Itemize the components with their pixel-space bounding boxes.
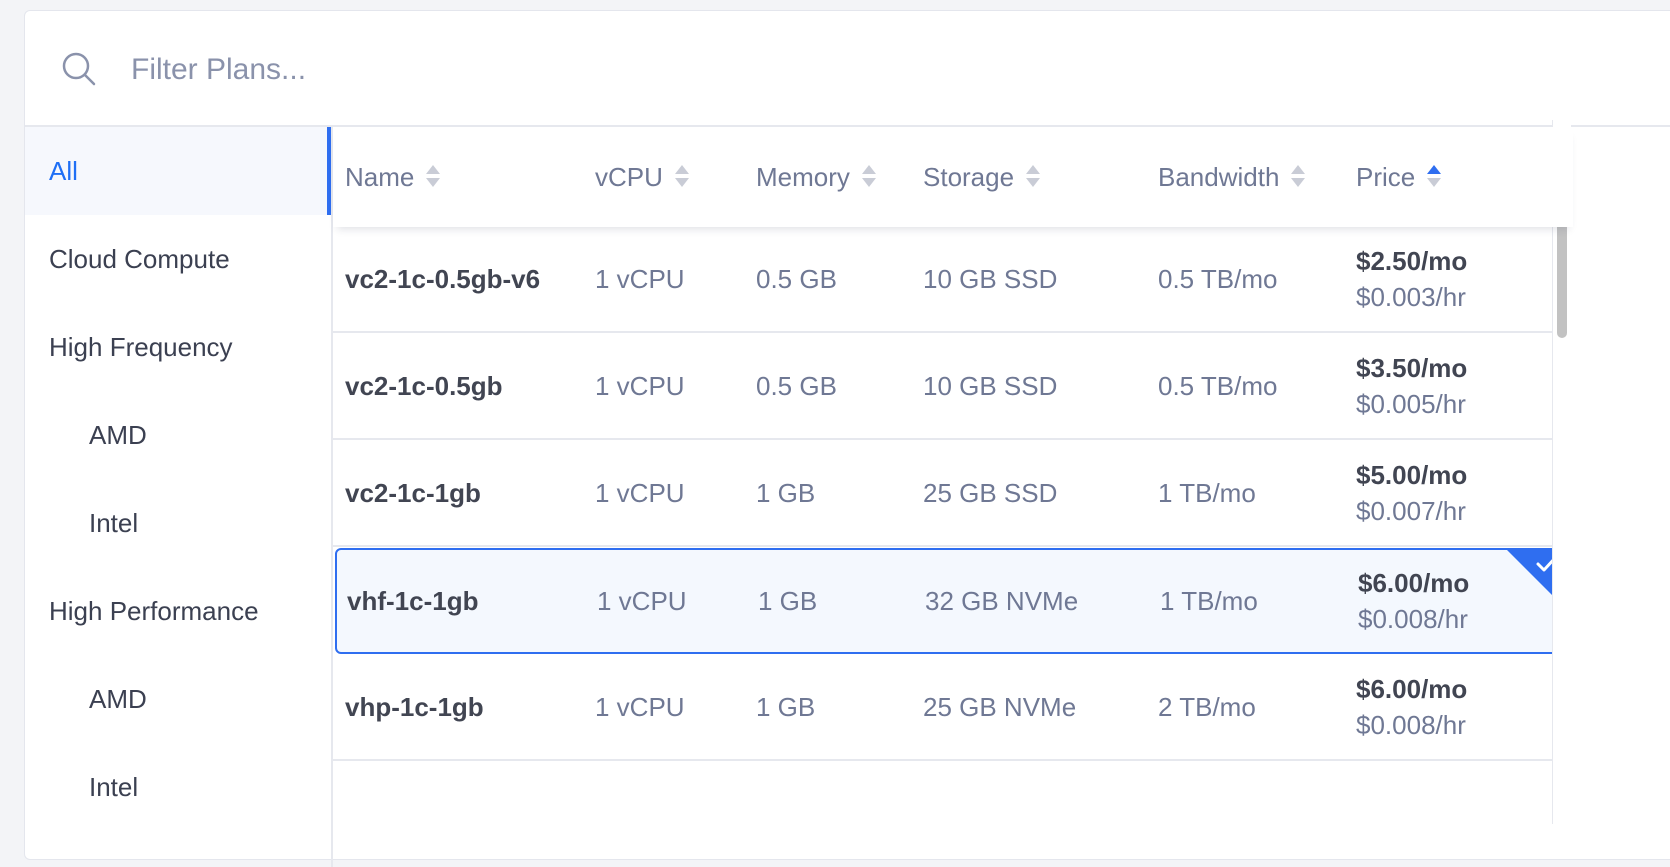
sort-arrows-icon bbox=[861, 163, 876, 191]
price-hourly: $0.008/hr bbox=[1358, 604, 1468, 634]
plan-storage: 25 GB NVMe bbox=[923, 691, 1077, 722]
column-header-bandwidth[interactable]: Bandwidth bbox=[1158, 127, 1306, 227]
sidebar-item-label: Intel bbox=[89, 772, 139, 802]
column-header-label: Bandwidth bbox=[1158, 162, 1280, 192]
plan-price: $2.50/mo $0.003/hr bbox=[1356, 227, 1467, 331]
plan-vcpu: 1 vCPU bbox=[595, 370, 685, 401]
plan-storage: 10 GB SSD bbox=[923, 263, 1058, 294]
price-hourly: $0.003/hr bbox=[1356, 282, 1466, 312]
sort-arrows-icon bbox=[674, 163, 689, 191]
sidebar-item-label: High Frequency bbox=[49, 332, 233, 362]
plan-bandwidth: 1 TB/mo bbox=[1158, 477, 1256, 508]
table-row[interactable]: vhp-1c-1gb 1 vCPU 1 GB 25 GB NVMe 2 TB/m… bbox=[333, 655, 1569, 761]
price-monthly: $5.00/mo bbox=[1356, 460, 1468, 490]
plan-memory: 1 GB bbox=[758, 585, 818, 616]
plan-bandwidth: 1 TB/mo bbox=[1160, 585, 1258, 616]
sort-arrows-icon bbox=[1026, 163, 1041, 191]
sidebar-item-high-frequency[interactable]: High Frequency bbox=[25, 303, 331, 391]
table-header: Name vCPU Memory Storage Bandwidth Price bbox=[333, 127, 1573, 227]
column-header-memory[interactable]: Memory bbox=[756, 127, 876, 227]
column-header-label: vCPU bbox=[595, 162, 663, 192]
plan-bandwidth: 2 TB/mo bbox=[1158, 691, 1256, 722]
price-monthly: $6.00/mo bbox=[1356, 674, 1468, 704]
sort-arrows-icon bbox=[1427, 163, 1442, 191]
plan-bandwidth: 0.5 TB/mo bbox=[1158, 370, 1278, 401]
column-header-vcpu[interactable]: vCPU bbox=[595, 127, 689, 227]
sidebar-item-high-performance[interactable]: High Performance bbox=[25, 567, 331, 655]
plan-memory: 1 GB bbox=[756, 477, 816, 508]
sidebar-item-label: High Performance bbox=[49, 596, 259, 626]
price-monthly: $3.50/mo bbox=[1356, 353, 1468, 383]
sort-arrows-icon bbox=[1291, 163, 1306, 191]
column-header-label: Memory bbox=[756, 162, 850, 192]
plan-name: vhf-1c-1gb bbox=[347, 585, 479, 616]
sidebar-item-label: All bbox=[49, 156, 78, 186]
plans-table: Name vCPU Memory Storage Bandwidth Price… bbox=[333, 127, 1573, 867]
plan-price: $5.00/mo $0.007/hr bbox=[1356, 441, 1467, 545]
sidebar-item-label: Cloud Compute bbox=[49, 244, 230, 274]
plan-name: vc2-1c-0.5gb-v6 bbox=[345, 263, 541, 294]
plan-vcpu: 1 vCPU bbox=[595, 691, 685, 722]
plan-name: vhp-1c-1gb bbox=[345, 691, 484, 722]
price-monthly: $6.00/mo bbox=[1358, 568, 1470, 598]
column-header-name[interactable]: Name bbox=[345, 127, 441, 227]
sidebar-item-high-performance-intel[interactable]: Intel bbox=[25, 743, 331, 831]
sidebar-item-high-performance-amd[interactable]: AMD bbox=[25, 655, 331, 743]
price-monthly: $2.50/mo bbox=[1356, 246, 1468, 276]
plan-vcpu: 1 vCPU bbox=[595, 263, 685, 294]
plan-bandwidth: 0.5 TB/mo bbox=[1158, 263, 1278, 294]
sidebar-item-high-frequency-amd[interactable]: AMD bbox=[25, 391, 331, 479]
plan-memory: 0.5 GB bbox=[756, 370, 837, 401]
plan-storage: 25 GB SSD bbox=[923, 477, 1058, 508]
sidebar-item-label: AMD bbox=[89, 420, 147, 450]
search-bar bbox=[25, 11, 1670, 127]
sidebar-item-label: Intel bbox=[89, 508, 139, 538]
column-header-label: Storage bbox=[923, 162, 1015, 192]
plan-name: vc2-1c-0.5gb bbox=[345, 370, 503, 401]
plan-vcpu: 1 vCPU bbox=[597, 585, 687, 616]
search-input[interactable] bbox=[129, 43, 833, 97]
price-hourly: $0.005/hr bbox=[1356, 389, 1466, 419]
plan-price: $6.00/mo $0.008/hr bbox=[1356, 655, 1467, 759]
plan-selector-panel: All Cloud Compute High Frequency AMD Int… bbox=[24, 10, 1670, 867]
plan-category-sidebar: All Cloud Compute High Frequency AMD Int… bbox=[25, 127, 333, 867]
plan-memory: 1 GB bbox=[756, 691, 816, 722]
plan-vcpu: 1 vCPU bbox=[595, 477, 685, 508]
plan-price: $6.00/mo $0.008/hr bbox=[1358, 550, 1469, 652]
column-header-storage[interactable]: Storage bbox=[923, 127, 1041, 227]
column-header-label: Name bbox=[345, 162, 415, 192]
plan-storage: 10 GB SSD bbox=[923, 370, 1058, 401]
sidebar-item-all[interactable]: All bbox=[25, 127, 331, 215]
plan-memory: 0.5 GB bbox=[756, 263, 837, 294]
sidebar-item-high-frequency-intel[interactable]: Intel bbox=[25, 479, 331, 567]
sidebar-item-label: AMD bbox=[89, 684, 147, 714]
table-row-selected[interactable]: vhf-1c-1gb 1 vCPU 1 GB 32 GB NVMe 1 TB/m… bbox=[335, 548, 1567, 654]
column-header-label: Price bbox=[1356, 162, 1416, 192]
table-row[interactable]: vc2-1c-0.5gb 1 vCPU 0.5 GB 10 GB SSD 0.5… bbox=[333, 334, 1569, 440]
price-hourly: $0.008/hr bbox=[1356, 710, 1466, 740]
table-row[interactable]: vc2-1c-1gb 1 vCPU 1 GB 25 GB SSD 1 TB/mo… bbox=[333, 441, 1569, 547]
sidebar-item-cloud-compute[interactable]: Cloud Compute bbox=[25, 215, 331, 303]
price-hourly: $0.007/hr bbox=[1356, 496, 1466, 526]
sort-arrows-icon bbox=[426, 163, 441, 191]
table-row[interactable]: vc2-1c-0.5gb-v6 1 vCPU 0.5 GB 10 GB SSD … bbox=[333, 227, 1569, 333]
column-header-price[interactable]: Price bbox=[1356, 127, 1442, 227]
search-icon bbox=[62, 52, 96, 86]
plan-name: vc2-1c-1gb bbox=[345, 477, 481, 508]
plan-price: $3.50/mo $0.005/hr bbox=[1356, 334, 1467, 438]
plan-storage: 32 GB NVMe bbox=[925, 585, 1079, 616]
